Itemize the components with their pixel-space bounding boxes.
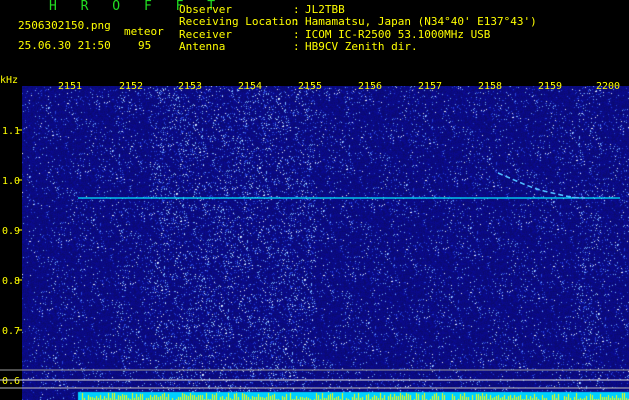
y-tick-label: 0.6 [2,376,20,387]
x-tick-label: 2157 [418,81,442,92]
y-tick-label: 1.0 [2,176,20,187]
x-tick-label: 2154 [238,81,262,92]
x-axis-ticks: 2151 2152 2153 2154 2155 2156 2157 2158 … [58,81,620,92]
y-axis-ticks: 1.1 1.0 0.9 0.8 0.7 0.6 [2,126,20,387]
y-tick-label: 0.7 [2,326,20,337]
y-tick-label: 0.9 [2,226,20,237]
x-tick-label: 2151 [58,81,82,92]
y-unit-label: kHz [0,75,18,86]
y-tick-label: 0.8 [2,276,20,287]
x-tick-label: 2200 [596,81,620,92]
x-tick-label: 2153 [178,81,202,92]
meteor-echo-trace [497,172,586,199]
x-tick-label: 2156 [358,81,382,92]
x-tick-label: 2159 [538,81,562,92]
spectrogram-axes: kHz 1.1 1.0 0.9 0.8 0.7 0.6 2151 2152 21… [0,75,629,389]
x-tick-label: 2158 [478,81,502,92]
y-tick-label: 1.1 [2,126,20,137]
tick-marks [18,129,22,381]
x-tick-label: 2152 [119,81,143,92]
x-tick-label: 2155 [298,81,322,92]
